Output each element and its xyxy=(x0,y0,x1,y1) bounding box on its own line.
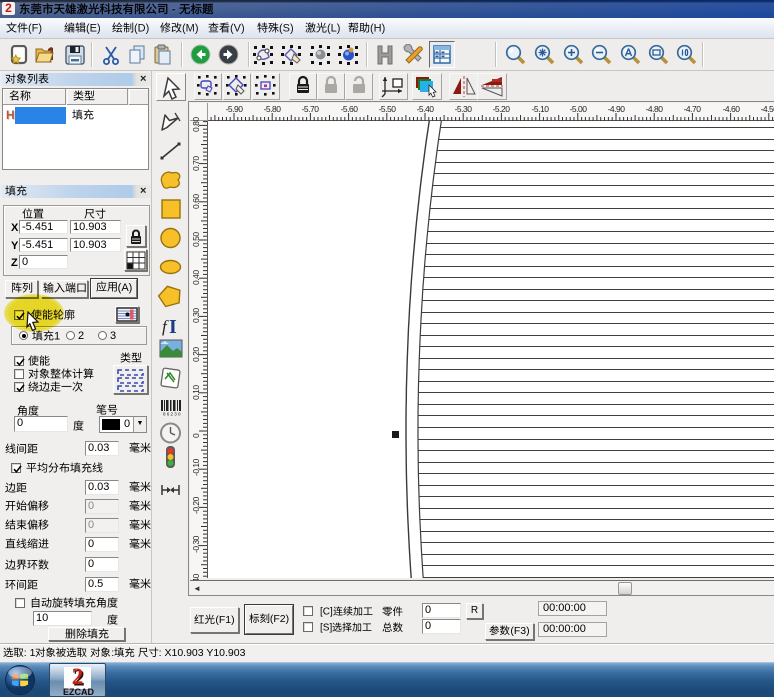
svg-text:f: f xyxy=(162,317,169,336)
svg-text:8 6 2 3 0: 8 6 2 3 0 xyxy=(163,412,181,417)
